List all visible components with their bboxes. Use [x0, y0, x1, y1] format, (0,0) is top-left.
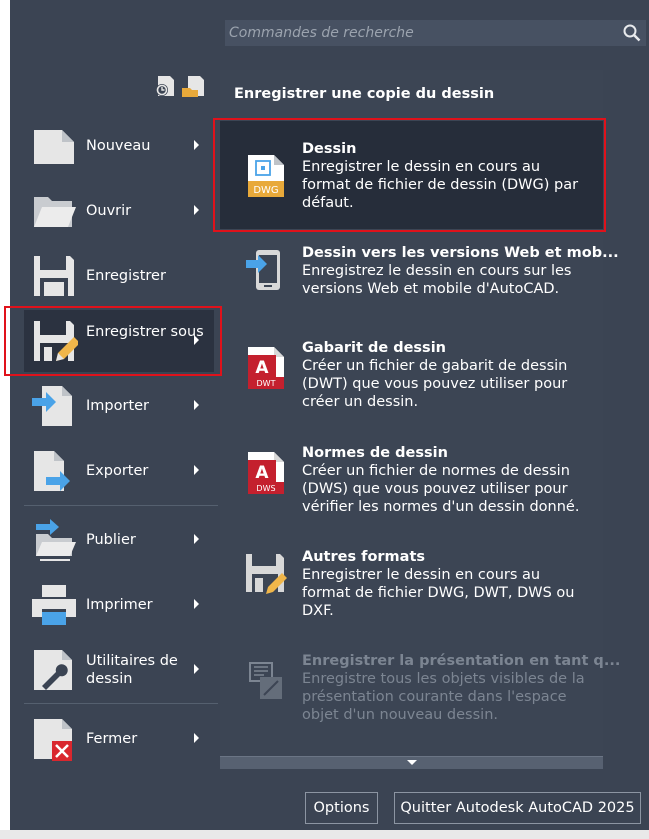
menu-ouvrir[interactable]: Ouvrir — [24, 180, 214, 242]
web-mobile-icon — [246, 250, 280, 290]
menu-fermer[interactable]: Fermer — [24, 708, 214, 770]
option-web-mobile[interactable]: Dessin vers les versions Web et mob... E… — [220, 230, 619, 330]
search-icon[interactable] — [622, 23, 642, 43]
recent-documents-icon[interactable] — [154, 74, 210, 98]
menu-publier[interactable]: Publier — [24, 509, 214, 571]
menu-label: Imprimer — [86, 597, 153, 613]
export-icon — [34, 451, 70, 491]
option-autres-formats[interactable]: Autres formats Enregistrer le dessin en … — [220, 538, 603, 643]
chevron-right-icon — [194, 205, 199, 215]
close-document-icon — [34, 719, 72, 761]
menu-nouveau[interactable]: Nouveau — [24, 115, 214, 177]
import-icon — [32, 386, 72, 426]
chevron-right-icon — [194, 534, 199, 544]
search-box[interactable] — [225, 20, 646, 46]
open-folder-icon — [34, 197, 76, 227]
chevron-right-icon — [194, 140, 199, 150]
option-description: Créer un fichier de gabarit de dessin (D… — [302, 358, 568, 410]
dws-standards-icon: A DWS — [248, 452, 284, 494]
menu-label: Ouvrir — [86, 203, 132, 219]
save-icon — [34, 256, 74, 296]
panel-scrollbar[interactable] — [220, 756, 603, 769]
option-description: Créer un fichier de normes de dessin (DW… — [302, 463, 580, 515]
menu-label: Publier — [86, 532, 136, 548]
menu-separator — [24, 505, 218, 506]
highlight-enregistrer-sous — [4, 306, 222, 376]
search-input[interactable] — [225, 20, 619, 46]
menu-label: Fermer — [86, 731, 138, 747]
option-description: Enregistrez le dessin en cours sur les v… — [302, 263, 572, 297]
menu-label: Exporter — [86, 463, 149, 479]
menu-label: Enregistrer — [86, 268, 166, 284]
option-title: Enregistrer la présentation en tant q... — [302, 653, 621, 669]
layout-save-icon — [249, 662, 282, 699]
option-gabarit[interactable]: A DWT Gabarit de dessin Créer un fichier… — [220, 328, 603, 433]
menu-imprimer[interactable]: Imprimer — [24, 574, 214, 636]
option-description: Enregistre tous les objets visibles de l… — [302, 671, 585, 723]
option-description: Enregistrer le dessin en cours au format… — [302, 567, 575, 619]
svg-text:DWT: DWT — [257, 379, 276, 388]
svg-text:DWS: DWS — [256, 484, 275, 493]
menu-label: Nouveau — [86, 138, 151, 154]
options-button[interactable]: Options — [305, 792, 378, 824]
menu-label: Importer — [86, 398, 150, 414]
drawing-utilities-icon — [34, 650, 72, 690]
menu-utilitaires-de-dessin[interactable]: Utilitaires de dessin — [24, 639, 214, 701]
menu-enregistrer[interactable]: Enregistrer — [24, 245, 214, 307]
option-title: Dessin vers les versions Web et mob... — [302, 245, 619, 261]
option-presentation: Enregistrer la présentation en tant q...… — [220, 643, 620, 748]
menu-exporter[interactable]: Exporter — [24, 440, 214, 502]
window-frame-bottom — [0, 830, 649, 839]
chevron-right-icon — [194, 465, 199, 475]
panel-title: Enregistrer une copie du dessin — [234, 86, 495, 102]
menu-separator — [24, 703, 218, 704]
new-document-icon — [34, 130, 74, 164]
chevron-right-icon — [194, 733, 199, 743]
svg-text:A: A — [255, 463, 269, 483]
quit-button[interactable]: Quitter Autodesk AutoCAD 2025 — [394, 792, 641, 824]
window-frame-left — [0, 0, 10, 839]
publish-icon — [36, 519, 76, 561]
option-title: Gabarit de dessin — [302, 340, 446, 356]
scroll-down-icon[interactable] — [407, 760, 417, 765]
option-title: Normes de dessin — [302, 445, 448, 461]
chevron-right-icon — [194, 664, 199, 674]
option-title: Autres formats — [302, 549, 426, 565]
dwt-template-icon: A DWT — [248, 347, 284, 389]
option-normes[interactable]: A DWS Normes de dessin Créer un fichier … — [220, 433, 603, 538]
other-formats-icon — [246, 554, 287, 594]
svg-text:A: A — [255, 358, 269, 378]
menu-importer[interactable]: Importer — [24, 375, 214, 437]
chevron-right-icon — [194, 599, 199, 609]
print-icon — [32, 585, 76, 625]
highlight-dessin — [213, 118, 606, 232]
chevron-right-icon — [194, 400, 199, 410]
